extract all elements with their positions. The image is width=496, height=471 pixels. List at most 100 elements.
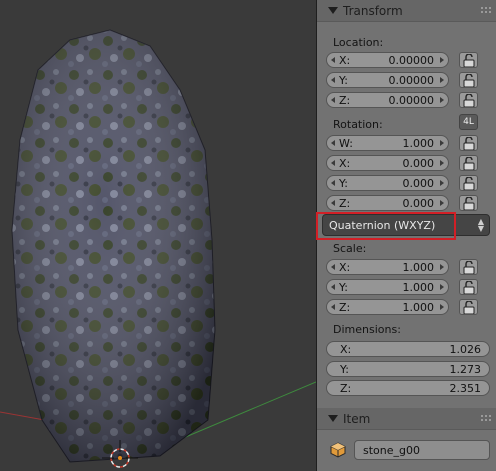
field-axis: X: xyxy=(339,157,351,170)
padlock-icon xyxy=(463,197,475,210)
field-value: 0.000 xyxy=(402,197,435,210)
lock-location-y-button[interactable] xyxy=(459,72,478,88)
field-value: 1.273 xyxy=(449,363,482,376)
item-panel-header[interactable]: Item xyxy=(317,408,496,430)
field-value: 0.000 xyxy=(402,177,435,190)
decrement-arrow-icon[interactable] xyxy=(331,97,335,103)
annotation-highlight-box xyxy=(316,212,456,240)
field-axis: Z: xyxy=(340,382,352,395)
dimensions-z-field[interactable]: Z: 2.351 xyxy=(326,380,490,396)
field-value: 0.00000 xyxy=(388,74,435,87)
dimensions-label: Dimensions: xyxy=(333,323,401,336)
increment-arrow-icon[interactable] xyxy=(440,57,444,63)
increment-arrow-icon[interactable] xyxy=(440,77,444,83)
object-name-value: stone_g00 xyxy=(363,444,420,457)
decrement-arrow-icon[interactable] xyxy=(331,140,335,146)
drag-grip-icon[interactable] xyxy=(481,415,491,423)
dimensions-x-field[interactable]: X: 1.026 xyxy=(326,341,490,357)
lock-4l-toggle[interactable]: 4L xyxy=(459,114,478,130)
viewport-scene xyxy=(0,29,316,468)
decrement-arrow-icon[interactable] xyxy=(331,77,335,83)
scale-y-field[interactable]: Y: 1.000 xyxy=(326,279,449,295)
field-axis: X: xyxy=(339,261,351,274)
decrement-arrow-icon[interactable] xyxy=(331,180,335,186)
scale-z-field[interactable]: Z: 1.000 xyxy=(326,299,449,315)
field-axis: Z: xyxy=(339,197,351,210)
decrement-arrow-icon[interactable] xyxy=(331,160,335,166)
decrement-arrow-icon[interactable] xyxy=(331,284,335,290)
lock-rotation-y-button[interactable] xyxy=(459,175,478,191)
scale-x-field[interactable]: X: 1.000 xyxy=(326,259,449,275)
field-axis: Z: xyxy=(339,94,351,107)
increment-arrow-icon[interactable] xyxy=(440,200,444,206)
rotation-label: Rotation: xyxy=(333,118,383,131)
rotation-x-field[interactable]: X: 0.000 xyxy=(326,155,449,171)
lock-location-x-button[interactable] xyxy=(459,52,478,68)
padlock-icon xyxy=(463,301,475,314)
expand-triangle-icon xyxy=(328,7,338,14)
padlock-icon xyxy=(463,74,475,87)
lock-location-z-button[interactable] xyxy=(459,92,478,108)
padlock-icon xyxy=(463,54,475,67)
lock-scale-z-button[interactable] xyxy=(459,299,478,315)
field-axis: X: xyxy=(339,54,351,67)
lock-rotation-z-button[interactable] xyxy=(459,195,478,211)
blender-window: Transform Location: X: 0.00000 Y: 0.0000… xyxy=(0,0,496,471)
decrement-arrow-icon[interactable] xyxy=(331,57,335,63)
increment-arrow-icon[interactable] xyxy=(440,160,444,166)
decrement-arrow-icon[interactable] xyxy=(331,304,335,310)
location-z-field[interactable]: Z: 0.00000 xyxy=(326,92,449,108)
field-axis: Y: xyxy=(339,177,348,190)
lock-rotation-x-button[interactable] xyxy=(459,155,478,171)
3d-viewport[interactable] xyxy=(0,0,316,471)
decrement-arrow-icon[interactable] xyxy=(331,264,335,270)
rotation-w-field[interactable]: W: 1.000 xyxy=(326,135,449,151)
lock-scale-x-button[interactable] xyxy=(459,259,478,275)
field-value: 1.000 xyxy=(402,137,435,150)
field-value: 1.000 xyxy=(402,261,435,274)
lock-scale-y-button[interactable] xyxy=(459,279,478,295)
field-value: 0.00000 xyxy=(388,94,435,107)
padlock-icon xyxy=(463,137,475,150)
location-y-field[interactable]: Y: 0.00000 xyxy=(326,72,449,88)
rotation-z-field[interactable]: Z: 0.000 xyxy=(326,195,449,211)
up-down-chevron-icon: ▲ ▼ xyxy=(477,217,484,233)
increment-arrow-icon[interactable] xyxy=(440,284,444,290)
padlock-icon xyxy=(463,157,475,170)
location-label: Location: xyxy=(333,36,384,49)
dimensions-y-field[interactable]: Y: 1.273 xyxy=(326,361,490,377)
location-x-field[interactable]: X: 0.00000 xyxy=(326,52,449,68)
padlock-icon xyxy=(463,94,475,107)
item-title: Item xyxy=(343,412,371,426)
increment-arrow-icon[interactable] xyxy=(440,140,444,146)
padlock-icon xyxy=(463,177,475,190)
increment-arrow-icon[interactable] xyxy=(440,304,444,310)
rotation-y-field[interactable]: Y: 0.000 xyxy=(326,175,449,191)
field-axis: Y: xyxy=(339,74,348,87)
object-name-field[interactable]: stone_g00 xyxy=(354,440,490,460)
scale-label: Scale: xyxy=(333,242,367,255)
increment-arrow-icon[interactable] xyxy=(440,180,444,186)
decrement-arrow-icon[interactable] xyxy=(331,200,335,206)
padlock-icon xyxy=(463,281,475,294)
field-axis: Y: xyxy=(340,363,349,376)
transform-title: Transform xyxy=(343,4,403,18)
transform-panel-header[interactable]: Transform xyxy=(317,0,496,22)
lock-rotation-w-button[interactable] xyxy=(459,135,478,151)
field-value: 1.000 xyxy=(402,281,435,294)
field-value: 2.351 xyxy=(449,382,482,395)
padlock-icon xyxy=(463,261,475,274)
field-value: 1.026 xyxy=(449,343,482,356)
field-axis: X: xyxy=(340,343,352,356)
field-value: 0.000 xyxy=(402,157,435,170)
field-value: 0.00000 xyxy=(388,54,435,67)
field-value: 1.000 xyxy=(402,301,435,314)
field-axis: Z: xyxy=(339,301,351,314)
increment-arrow-icon[interactable] xyxy=(440,264,444,270)
field-axis: W: xyxy=(339,137,353,150)
field-axis: Y: xyxy=(339,281,348,294)
increment-arrow-icon[interactable] xyxy=(440,97,444,103)
expand-triangle-icon xyxy=(328,415,338,422)
cube-icon xyxy=(330,442,346,458)
drag-grip-icon[interactable] xyxy=(481,7,491,15)
